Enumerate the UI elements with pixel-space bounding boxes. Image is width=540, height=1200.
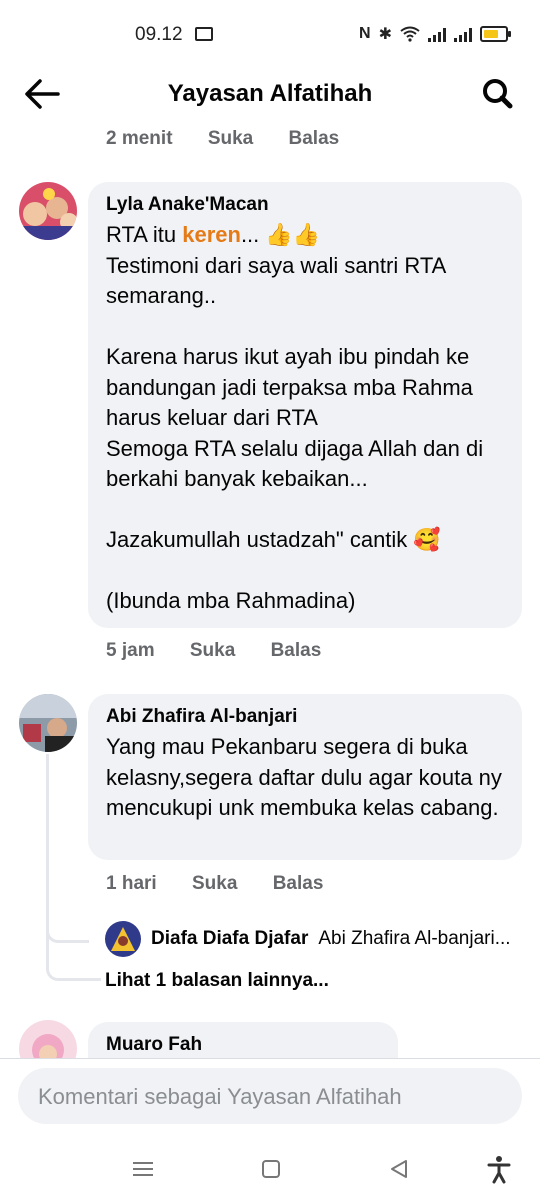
comment-bubble: Muaro Fah (88, 1022, 398, 1058)
comment-author[interactable]: Abi Zhafira Al-banjari (106, 706, 504, 728)
comment-time: 2 menit (106, 128, 173, 149)
comment-meta: 5 jam Suka Balas (106, 640, 351, 662)
avatar-photo (19, 1020, 77, 1058)
avatar (105, 921, 141, 957)
app-header: Yayasan Alfatihah (0, 68, 540, 120)
home-square-icon (262, 1160, 280, 1178)
comment-partial: Muaro Fah (0, 1010, 540, 1058)
bluetooth-icon: ✱ (378, 26, 392, 43)
avatar[interactable] (19, 182, 77, 240)
avatar[interactable] (19, 1020, 77, 1058)
signal-icon (428, 26, 446, 42)
reply-button[interactable]: Balas (273, 873, 324, 894)
page-title: Yayasan Alfatihah (167, 80, 373, 107)
status-icons: N ✱ (359, 24, 511, 44)
thread-line (46, 930, 101, 981)
comment-author[interactable]: Lyla Anake'Macan (106, 194, 504, 216)
search-icon (483, 79, 513, 109)
avatar-photo (19, 182, 77, 240)
wifi-icon (400, 26, 420, 42)
like-button[interactable]: Suka (190, 640, 235, 661)
comment-meta: 2 menit Suka Balas (106, 128, 369, 150)
highlighted-word[interactable]: keren (182, 222, 241, 247)
reply-preview[interactable]: Diafa Diafa Djafar Abi Zhafira Al-banjar… (105, 920, 511, 958)
avatar[interactable] (19, 694, 77, 752)
comment-text: RTA itu keren... 👍👍 Testimoni dari saya … (106, 220, 504, 617)
signal-icon (454, 26, 472, 42)
divider (0, 1058, 540, 1059)
comment-author[interactable]: Muaro Fah (106, 1034, 380, 1056)
accessibility-icon (487, 1156, 511, 1184)
avatar-photo (19, 694, 77, 752)
menu-button[interactable] (128, 1154, 158, 1184)
comment-bubble: Lyla Anake'Macan RTA itu keren... 👍👍 Tes… (88, 182, 522, 628)
comment-bubble: Abi Zhafira Al-banjari Yang mau Pekanbar… (88, 694, 522, 860)
like-button[interactable]: Suka (192, 873, 237, 894)
reply-button[interactable]: Balas (271, 640, 322, 661)
accessibility-button[interactable] (484, 1154, 514, 1184)
home-button[interactable] (256, 1154, 286, 1184)
thread-line (46, 754, 89, 943)
comment-composer (18, 1068, 522, 1126)
system-nav-bar (0, 1136, 540, 1200)
comment-input[interactable] (36, 1068, 510, 1126)
comment-meta: 1 hari Suka Balas (106, 873, 353, 895)
menu-icon (133, 1162, 153, 1176)
back-nav-button[interactable] (384, 1154, 414, 1184)
like-button[interactable]: Suka (208, 128, 253, 149)
view-more-replies-link[interactable]: Lihat 1 balasan lainnya... (105, 970, 329, 992)
comment-text: Yang mau Pekanbaru segera di buka kelasn… (106, 734, 508, 820)
avatar-photo (105, 921, 141, 957)
screen-cast-icon (195, 27, 213, 41)
nfc-icon: N (359, 25, 371, 42)
comment-time: 5 jam (106, 640, 155, 661)
status-time: 09.12 (135, 24, 183, 45)
reply-text: Abi Zhafira Al-banjari... (318, 928, 511, 949)
comment-text-part: ... 👍👍 Testimoni dari saya wali santri R… (106, 222, 484, 613)
battery-icon (480, 26, 511, 42)
comment-text-part: RTA itu (106, 222, 183, 247)
reply-button[interactable]: Balas (289, 128, 340, 149)
comment-time: 1 hari (106, 873, 157, 894)
reply-author[interactable]: Diafa Diafa Djafar (151, 928, 308, 950)
search-button[interactable] (478, 76, 518, 112)
back-triangle-icon (391, 1160, 407, 1178)
status-bar: 09.12 N ✱ (0, 0, 540, 68)
